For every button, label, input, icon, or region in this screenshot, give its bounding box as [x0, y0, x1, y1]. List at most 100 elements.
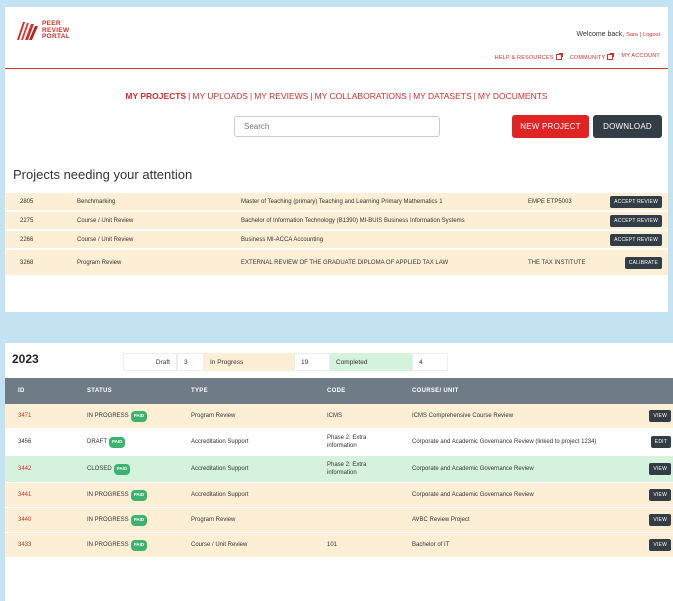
nav-my-reviews[interactable]: MY REVIEWS: [254, 91, 308, 101]
row-code: [327, 483, 397, 507]
row-action-cell: VIEW: [649, 533, 671, 557]
brand-logo[interactable]: PEER REVIEW PORTAL: [15, 20, 70, 42]
row-id-link[interactable]: 3442: [18, 456, 31, 482]
column-header-status[interactable]: STATUS: [87, 388, 112, 394]
attention-row-code: [528, 231, 598, 248]
row-action-cell: VIEW: [649, 404, 671, 428]
site-header: PEER REVIEW PORTAL Welcome back, Sara | …: [5, 7, 668, 69]
paid-badge: PAID: [113, 463, 131, 475]
attention-row[interactable]: 3268 Program Review EXTERNAL REVIEW OF THE…: [5, 250, 668, 277]
column-header-code[interactable]: CODE: [327, 388, 397, 394]
nav-my-uploads[interactable]: MY UPLOADS: [192, 91, 248, 101]
row-status: CLOSED: [87, 466, 112, 472]
table-row[interactable]: 3441 IN PROGRESS PAID Accreditation Support…: [5, 483, 673, 508]
row-action-cell: VIEW: [649, 456, 671, 482]
attention-row-action-cell: CALIBRATE: [624, 250, 662, 275]
row-action-cell: VIEW: [649, 483, 671, 507]
row-course: Corporate and Academic Governance Review: [412, 492, 534, 498]
accept-review-button[interactable]: ACCEPT REVIEW: [610, 233, 662, 246]
row-code: [327, 508, 397, 532]
attention-section-title: Projects needing your attention: [13, 167, 193, 182]
table-row[interactable]: 3442 CLOSED PAID Accreditation Support Phase…: [5, 456, 673, 483]
attention-row-course: Bachelor of Information Technology (B139…: [241, 217, 465, 224]
attention-row-type: Program Review: [77, 259, 122, 266]
paid-badge: PAID: [130, 410, 148, 422]
help-resources-link[interactable]: HELP & RESOURCES: [494, 53, 563, 61]
column-header-id[interactable]: ID: [18, 388, 25, 394]
row-course: ICMS Comprehensive Course Review: [412, 413, 514, 419]
community-link[interactable]: COMMUNITY: [569, 53, 615, 61]
in-progress-count-label[interactable]: In Progress: [204, 353, 294, 371]
nav-my-datasets[interactable]: MY DATASETS: [413, 91, 472, 101]
nav-my-projects[interactable]: MY PROJECTS: [125, 91, 186, 101]
attention-row-action-cell: ACCEPT REVIEW: [610, 193, 662, 210]
paid-badge: PAID: [109, 436, 126, 448]
completed-count-label[interactable]: Completed: [330, 353, 412, 371]
nav-my-documents[interactable]: MY DOCUMENTS: [478, 91, 548, 101]
attention-row-id: 2266: [20, 236, 34, 243]
main-nav: MY PROJECTS | MY UPLOADS | MY REVIEWS | MY COL…: [125, 91, 548, 101]
attention-row-id: 2275: [20, 217, 34, 224]
table-row[interactable]: 3471 IN PROGRESS PAID Program Review ICMS ICM…: [5, 404, 673, 429]
accept-review-button[interactable]: ACCEPT REVIEW: [610, 214, 662, 227]
row-id-link[interactable]: 3440: [18, 508, 31, 532]
draft-count-label[interactable]: Draft: [123, 353, 177, 371]
table-row[interactable]: 3433 IN PROGRESS PAID Course / Unit Review 1…: [5, 533, 673, 558]
search-input[interactable]: [234, 116, 440, 137]
row-code: Phase 2: Extra information: [327, 435, 367, 449]
attention-row[interactable]: 2275 Course / Unit Review Bachelor of Info…: [5, 212, 668, 231]
welcome-text: Welcome back,: [576, 31, 625, 38]
attention-row-id: 2805: [20, 198, 34, 205]
row-course: Bachelor of IT: [412, 542, 450, 548]
row-status-cell: CLOSED PAID: [87, 456, 131, 482]
row-id-link[interactable]: 3433: [18, 533, 31, 557]
attention-row-course: Master of Teaching (primary) Teaching an…: [241, 198, 443, 205]
attention-row[interactable]: 2805 Benchmarking Master of Teaching (prim…: [5, 193, 668, 212]
column-header-type[interactable]: TYPE: [191, 388, 208, 394]
attention-row-course: EXTERNAL REVIEW OF THE GRADUATE DIPLOMA …: [241, 259, 449, 266]
view-button[interactable]: VIEW: [649, 489, 671, 501]
my-account-link[interactable]: MY ACCOUNT: [621, 53, 660, 61]
row-type: Accreditation Support: [191, 492, 249, 498]
user-name: Sara: [626, 32, 638, 38]
new-project-button[interactable]: NEW PROJECT: [512, 115, 589, 138]
attention-row-code: THE TAX INSTITUTE: [528, 259, 586, 266]
view-button[interactable]: VIEW: [649, 463, 671, 475]
attention-row-action-cell: ACCEPT REVIEW: [610, 231, 662, 248]
row-id-link[interactable]: 3456: [18, 429, 31, 455]
view-button[interactable]: VIEW: [649, 410, 671, 422]
welcome-message: Welcome back, Sara | Logout: [577, 31, 660, 38]
row-status-cell: IN PROGRESS PAID: [87, 533, 148, 557]
view-button[interactable]: VIEW: [649, 514, 671, 526]
row-code: ICMS: [327, 413, 342, 419]
download-button[interactable]: DOWNLOAD: [593, 115, 662, 138]
attention-row-type: Course / Unit Review: [77, 236, 134, 243]
nav-my-collaborations[interactable]: MY COLLABORATIONS: [315, 91, 407, 101]
logout-link[interactable]: Logout: [643, 32, 660, 38]
edit-button[interactable]: EDIT: [650, 436, 671, 448]
row-course: Corporate and Academic Governance Review…: [412, 439, 597, 445]
attention-row-action-cell: ACCEPT REVIEW: [610, 212, 662, 229]
table-row[interactable]: 3456 DRAFT PAID Accreditation Support Phase …: [5, 429, 673, 456]
attention-table: 2805 Benchmarking Master of Teaching (prim…: [5, 193, 668, 277]
row-course: AVBC Review Project: [412, 517, 470, 523]
community-label: COMMUNITY: [569, 55, 606, 61]
top-panel: PEER REVIEW PORTAL Welcome back, Sara | …: [5, 7, 668, 312]
help-resources-label: HELP & RESOURCES: [494, 55, 554, 61]
brand-name: PEER REVIEW PORTAL: [42, 21, 70, 41]
row-type: Program Review: [191, 517, 236, 523]
row-status: DRAFT: [87, 439, 107, 445]
table-row[interactable]: 3440 IN PROGRESS PAID Program Review AVBC Re…: [5, 508, 673, 533]
attention-row-code: EMPE ETP5003: [528, 198, 572, 205]
year-panel: 2023 Draft 3 In Progress 19 Completed 4 …: [5, 343, 673, 601]
row-type: Accreditation Support: [191, 439, 249, 445]
row-id-link[interactable]: 3471: [18, 404, 31, 428]
attention-row[interactable]: 2266 Course / Unit Review Business MI-ACCA…: [5, 231, 668, 250]
column-header-course[interactable]: COURSE/ UNIT: [412, 388, 612, 394]
calibrate-button[interactable]: CALIBRATE: [624, 256, 662, 269]
paid-badge: PAID: [130, 539, 148, 551]
year-heading: 2023: [12, 352, 39, 366]
view-button[interactable]: VIEW: [649, 539, 671, 551]
accept-review-button[interactable]: ACCEPT REVIEW: [610, 195, 662, 208]
row-id-link[interactable]: 3441: [18, 483, 31, 507]
